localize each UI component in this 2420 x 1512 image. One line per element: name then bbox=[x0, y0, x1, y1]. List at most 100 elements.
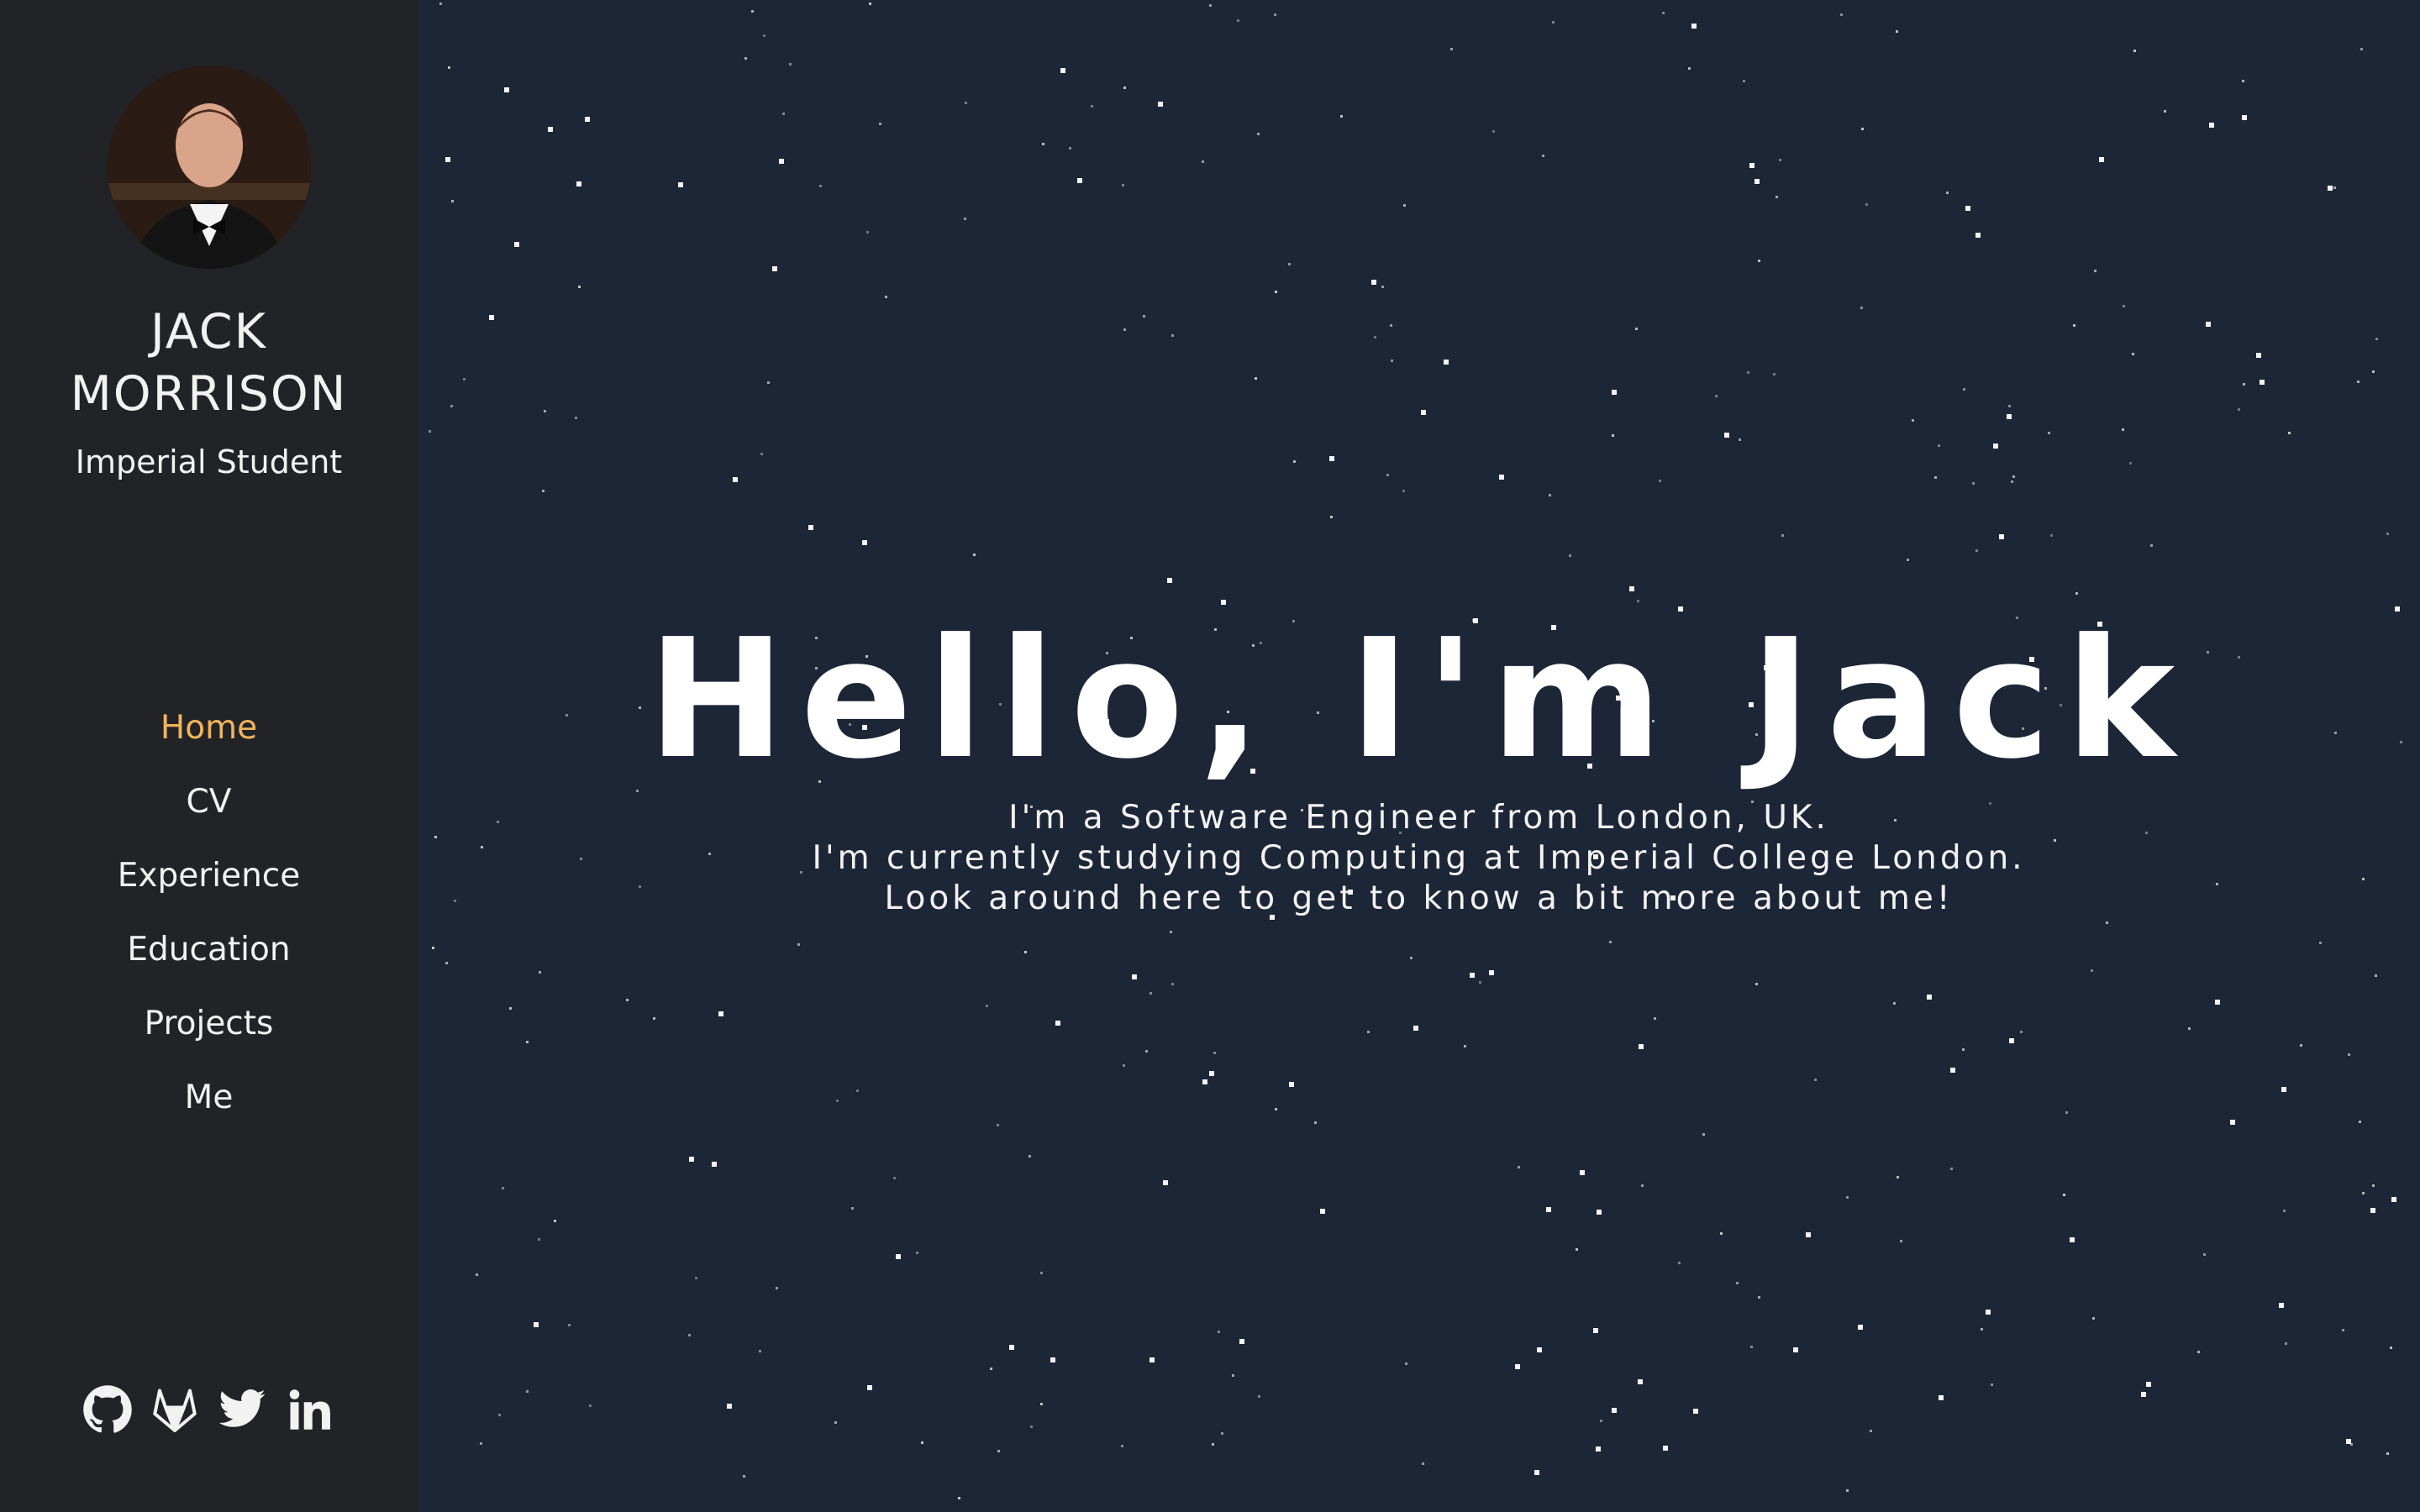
nav-item-home[interactable]: Home bbox=[0, 704, 418, 778]
star bbox=[450, 405, 453, 407]
star bbox=[973, 554, 976, 556]
star bbox=[1609, 941, 1612, 943]
star bbox=[2164, 110, 2166, 113]
star bbox=[2386, 1452, 2389, 1455]
star bbox=[776, 1287, 778, 1289]
star bbox=[867, 1385, 872, 1390]
star bbox=[1654, 1017, 1656, 1020]
star bbox=[1009, 1345, 1014, 1350]
star bbox=[2133, 50, 2136, 52]
star bbox=[2048, 432, 2050, 434]
star bbox=[1091, 105, 1093, 108]
star bbox=[1870, 1430, 1872, 1432]
star bbox=[1150, 992, 1152, 995]
star bbox=[782, 113, 785, 115]
nav-item-me[interactable]: Me bbox=[0, 1074, 418, 1147]
star bbox=[1893, 1002, 1896, 1005]
star bbox=[1754, 179, 1760, 184]
star bbox=[1055, 1021, 1060, 1026]
star bbox=[779, 159, 784, 164]
star bbox=[733, 477, 738, 482]
star bbox=[1402, 490, 1405, 492]
main-content: Hello, I'm Jack I'm a Software Engineer … bbox=[418, 0, 2420, 1512]
star bbox=[1596, 1446, 1601, 1452]
star bbox=[1123, 87, 1126, 89]
star bbox=[1934, 476, 1937, 479]
star bbox=[2203, 1253, 2206, 1256]
nav-item-education[interactable]: Education bbox=[0, 926, 418, 1000]
star bbox=[575, 417, 577, 419]
star bbox=[1492, 130, 1495, 133]
star bbox=[1963, 388, 1965, 391]
star bbox=[2375, 974, 2377, 977]
linkedin-icon[interactable] bbox=[284, 1384, 334, 1435]
star bbox=[1288, 263, 1291, 265]
star bbox=[2197, 1351, 2200, 1353]
star bbox=[1612, 434, 1614, 437]
star bbox=[2206, 322, 2211, 327]
star bbox=[1167, 578, 1172, 583]
star bbox=[1950, 1068, 1955, 1073]
star bbox=[1150, 1357, 1155, 1362]
profile-name-line2: MORRISON bbox=[70, 366, 348, 422]
star bbox=[2012, 475, 2015, 478]
star bbox=[585, 117, 590, 122]
star bbox=[797, 943, 800, 946]
star bbox=[1422, 1462, 1424, 1465]
profile-tagline: Imperial Student bbox=[75, 444, 343, 480]
star bbox=[2300, 1044, 2302, 1047]
star bbox=[514, 242, 519, 247]
star bbox=[1213, 1052, 1216, 1054]
star bbox=[2073, 324, 2075, 327]
star bbox=[1593, 1328, 1598, 1333]
github-icon[interactable] bbox=[82, 1384, 133, 1435]
nav-item-projects[interactable]: Projects bbox=[0, 1000, 418, 1074]
nav-item-experience[interactable]: Experience bbox=[0, 852, 418, 926]
gitlab-icon[interactable] bbox=[150, 1384, 200, 1435]
star bbox=[1145, 1050, 1148, 1053]
star bbox=[1163, 1180, 1168, 1185]
star bbox=[2009, 1038, 2014, 1043]
star bbox=[1499, 475, 1504, 480]
star bbox=[2122, 428, 2124, 431]
star bbox=[851, 1207, 854, 1210]
star bbox=[1743, 80, 1745, 82]
star bbox=[1518, 1166, 1520, 1168]
star bbox=[1371, 280, 1376, 285]
star bbox=[1170, 931, 1172, 933]
avatar bbox=[108, 66, 311, 269]
star bbox=[2333, 186, 2336, 189]
star bbox=[1938, 444, 1940, 447]
star bbox=[1946, 192, 1949, 194]
star bbox=[1907, 559, 1909, 561]
star bbox=[1123, 328, 1126, 331]
star bbox=[1865, 203, 1868, 206]
star bbox=[1232, 1374, 1234, 1377]
star bbox=[1293, 460, 1296, 463]
star bbox=[885, 296, 887, 298]
star bbox=[2007, 414, 2012, 419]
star bbox=[509, 1007, 512, 1010]
star bbox=[1413, 1026, 1418, 1031]
star bbox=[1255, 377, 1257, 380]
star bbox=[480, 1442, 482, 1445]
star bbox=[1860, 307, 1863, 309]
star bbox=[1479, 981, 1481, 984]
star bbox=[568, 1324, 571, 1326]
star bbox=[2008, 405, 2011, 407]
nav-item-cv[interactable]: CV bbox=[0, 778, 418, 852]
sidebar: JACK MORRISON Imperial Student Home CV E… bbox=[0, 0, 418, 1512]
star bbox=[2375, 338, 2378, 340]
star bbox=[1289, 1082, 1294, 1087]
star bbox=[2386, 533, 2389, 535]
star bbox=[539, 971, 541, 974]
star bbox=[2230, 1120, 2235, 1125]
sidebar-nav: Home CV Experience Education Projects Me bbox=[0, 704, 418, 1147]
star bbox=[1202, 1079, 1207, 1084]
star bbox=[767, 381, 770, 384]
star bbox=[1779, 159, 1781, 161]
star bbox=[2346, 1439, 2351, 1444]
star bbox=[1218, 1331, 1220, 1333]
star bbox=[1239, 1339, 1244, 1344]
twitter-icon[interactable] bbox=[217, 1384, 267, 1435]
